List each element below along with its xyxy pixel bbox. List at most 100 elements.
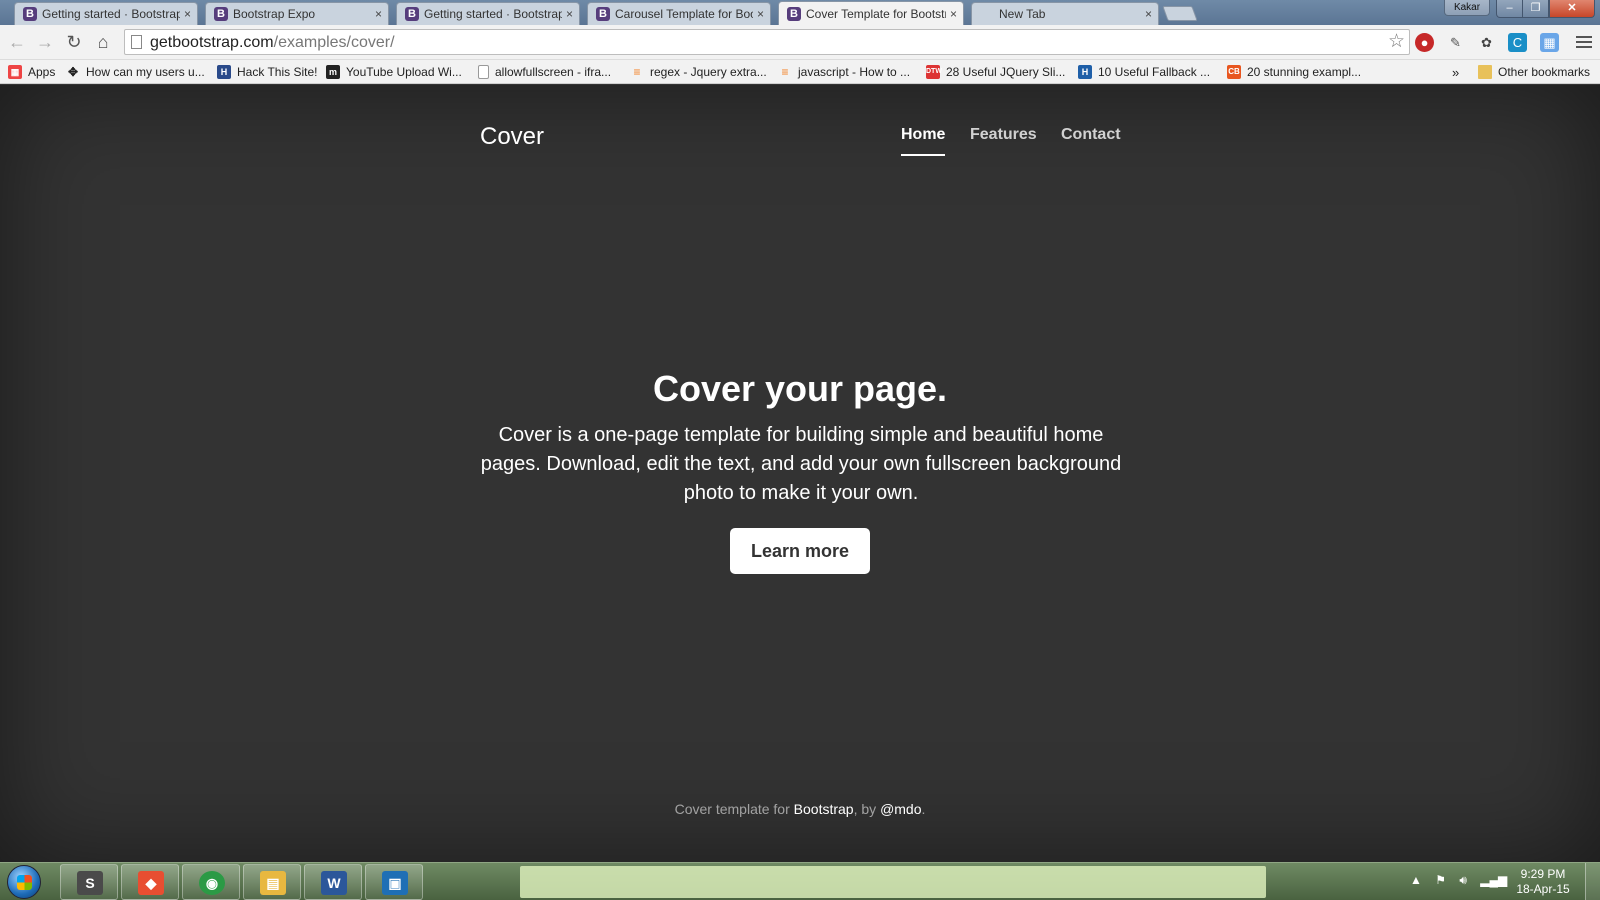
system-clock[interactable]: 9:29 PM 18-Apr-15	[1508, 867, 1578, 897]
footer-prefix: Cover template for	[674, 801, 794, 817]
app-icon: ▣	[382, 871, 408, 895]
apps-grid-icon: ▦	[8, 65, 22, 79]
nav-link-home[interactable]: Home	[901, 126, 946, 156]
tab-getting-started-1[interactable]: B Getting started · Bootstrap ×	[14, 2, 198, 25]
folder-icon: ▤	[260, 871, 286, 895]
other-bookmarks-folder[interactable]: Other bookmarks	[1478, 63, 1590, 81]
bootstrap-favicon-icon: B	[405, 7, 419, 21]
adblock-extension-icon[interactable]: ●	[1415, 33, 1434, 52]
folder-icon	[1478, 65, 1492, 79]
bookmarks-bar: ▦ Apps ✥ How can my users u... H Hack Th…	[0, 60, 1600, 84]
bootstrap-favicon-icon: B	[596, 7, 610, 21]
lead-paragraph: Cover is a one-page template for buildin…	[480, 424, 1122, 504]
bookmark-item[interactable]: H Hack This Site!	[217, 63, 317, 81]
bookmark-item[interactable]: allowfullscreen - ifra...	[478, 63, 611, 81]
close-icon[interactable]: ×	[757, 7, 764, 21]
git-icon: ◆	[138, 871, 164, 895]
tab-title: Getting started · Bootstrap	[424, 7, 562, 21]
tab-cover-template[interactable]: B Cover Template for Bootstrap ×	[778, 1, 964, 25]
reload-icon[interactable]: ↻	[63, 31, 85, 53]
minimize-button[interactable]: –	[1496, 0, 1523, 18]
action-center-flag-icon[interactable]: ⚑	[1435, 873, 1446, 887]
close-icon[interactable]: ×	[375, 7, 382, 21]
tab-title: Bootstrap Expo	[233, 7, 316, 21]
diamond-arrows-icon: ✥	[67, 65, 79, 79]
learn-more-button[interactable]: Learn more	[730, 528, 870, 574]
volume-icon[interactable]: 🔊︎	[1459, 873, 1467, 887]
profile-badge[interactable]: Kakar	[1444, 0, 1490, 16]
bootstrap-favicon-icon: B	[23, 7, 37, 21]
close-icon[interactable]: ×	[1145, 7, 1152, 21]
clock-time: 9:29 PM	[1520, 867, 1566, 881]
bookmark-item[interactable]: DTW 28 Useful JQuery Sli...	[926, 63, 1065, 81]
taskbar-window-preview	[520, 866, 1266, 898]
tab-new-tab[interactable]: New Tab ×	[971, 2, 1159, 25]
bookmarks-overflow-chevron-icon[interactable]: »	[1452, 63, 1459, 81]
bookmark-item[interactable]: CB 20 stunning exampl...	[1227, 63, 1361, 81]
url-text[interactable]: getbootstrap.com/examples/cover/	[150, 34, 395, 52]
show-desktop-button[interactable]	[1585, 863, 1600, 900]
back-arrow-icon[interactable]: ←	[6, 31, 28, 53]
chrome-icon: ◉	[199, 871, 225, 895]
sublime-text-icon: S	[77, 871, 103, 895]
taskbar-app-chrome[interactable]: ◉	[182, 864, 240, 900]
bookmark-item[interactable]: ✥ How can my users u...	[66, 63, 205, 81]
bookmark-item[interactable]: ≡ javascript - How to ...	[778, 63, 910, 81]
calendar-extension-icon[interactable]: ▦	[1540, 33, 1559, 52]
page-viewport: Cover Home Features Contact Cover your p…	[0, 85, 1600, 862]
bookmark-item[interactable]: H 10 Useful Fallback ...	[1078, 63, 1210, 81]
bookmark-item[interactable]: ≡ regex - Jquery extra...	[630, 63, 766, 81]
maximize-button[interactable]: ❐	[1522, 0, 1549, 18]
taskbar-app-word[interactable]: W	[304, 864, 362, 900]
url-host: getbootstrap.com	[150, 34, 274, 51]
stackoverflow-icon: ≡	[781, 65, 789, 79]
footer-link-bootstrap[interactable]: Bootstrap	[794, 801, 854, 817]
tray-expand-icon[interactable]: ▲	[1410, 873, 1422, 887]
window-close-button[interactable]: ✕	[1549, 0, 1595, 18]
address-bar[interactable]: getbootstrap.com/examples/cover/ ☆	[124, 29, 1410, 55]
tab-bootstrap-expo[interactable]: B Bootstrap Expo ×	[205, 2, 389, 25]
masthead-brand: Cover	[480, 123, 545, 150]
footer-suffix: .	[921, 801, 926, 817]
footer-link-mdo[interactable]: @mdo	[880, 801, 921, 817]
page-icon	[131, 35, 142, 49]
forward-arrow-icon[interactable]: →	[34, 31, 56, 53]
tab-carousel-template[interactable]: B Carousel Template for Bootstrap ×	[587, 2, 771, 25]
taskbar-app-explorer[interactable]: ▤	[243, 864, 301, 900]
browser-toolbar: ← → ↻ ⌂ getbootstrap.com/examples/cover/…	[0, 25, 1600, 60]
bootstrap-favicon-icon: B	[787, 6, 801, 21]
url-path: /examples/cover/	[273, 34, 395, 51]
nav-link-features[interactable]: Features	[970, 126, 1037, 156]
bookmark-item[interactable]: m YouTube Upload Wi...	[326, 63, 462, 81]
system-tray: ▲ ⚑ 🔊︎ ▂▄▆	[1410, 873, 1507, 888]
tab-title: Carousel Template for Bootstrap	[615, 7, 753, 21]
stackoverflow-icon: ≡	[633, 65, 641, 79]
bootstrap-favicon-icon: B	[214, 7, 228, 21]
close-icon[interactable]: ×	[184, 7, 191, 21]
new-tab-button[interactable]	[1162, 6, 1198, 21]
start-button[interactable]	[7, 865, 41, 899]
eyedropper-extension-icon[interactable]: ✎	[1446, 33, 1465, 52]
chrome-menu-icon[interactable]	[1576, 33, 1592, 51]
taskbar-app-sublime[interactable]: S	[60, 864, 118, 900]
taskbar-app-git[interactable]: ◆	[121, 864, 179, 900]
tab-title: Cover Template for Bootstrap	[806, 6, 946, 21]
tab-title: New Tab	[999, 7, 1046, 21]
evernote-extension-icon[interactable]: ✿	[1477, 33, 1496, 52]
windows-taskbar: S ◆ ◉ ▤ W ▣ ▲ ⚑ 🔊︎ ▂▄▆ 9:29 PM 18-Apr-15	[0, 862, 1600, 900]
close-icon[interactable]: ×	[566, 7, 573, 21]
word-icon: W	[321, 871, 347, 895]
network-signal-icon[interactable]: ▂▄▆	[1480, 873, 1507, 887]
bookmark-star-icon[interactable]: ☆	[1388, 30, 1405, 53]
nav-link-contact[interactable]: Contact	[1061, 126, 1121, 156]
tab-getting-started-2[interactable]: B Getting started · Bootstrap ×	[396, 2, 580, 25]
tab-strip: B Getting started · Bootstrap × B Bootst…	[0, 0, 1600, 25]
bookmark-apps[interactable]: ▦ Apps	[8, 63, 55, 81]
m-icon: m	[326, 65, 340, 79]
taskbar-app-other[interactable]: ▣	[365, 864, 423, 900]
cover-heading: Cover your page.	[652, 368, 948, 409]
c-extension-icon[interactable]: C	[1508, 33, 1527, 52]
close-icon[interactable]: ×	[950, 7, 957, 21]
new-tab-favicon-icon	[980, 7, 994, 21]
home-icon[interactable]: ⌂	[92, 31, 114, 53]
